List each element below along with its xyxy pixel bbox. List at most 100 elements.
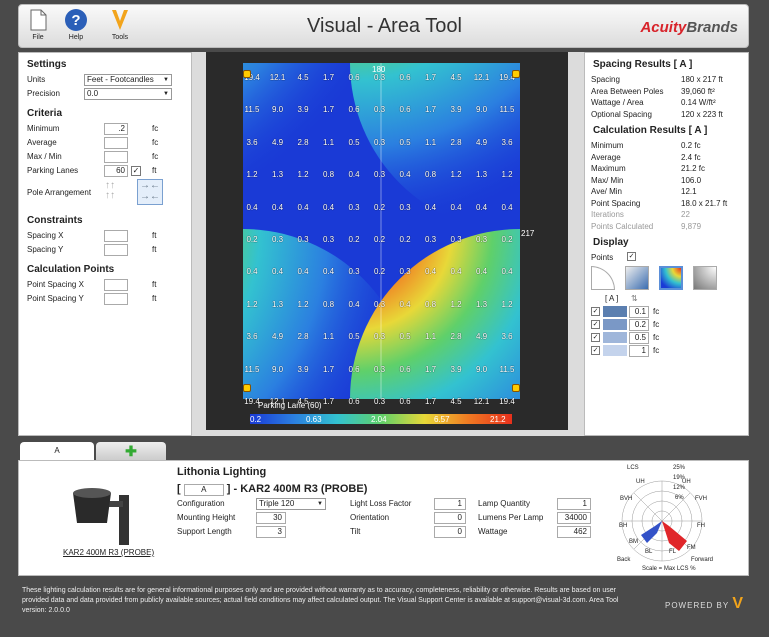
illuminance-value: 0.4 bbox=[399, 299, 411, 309]
spacing-x-input[interactable] bbox=[104, 230, 128, 242]
display-shaded-icon[interactable] bbox=[625, 265, 649, 290]
lumens-per-lamp-input[interactable]: 34000 bbox=[557, 512, 591, 524]
illuminance-value: 1.3 bbox=[271, 170, 284, 180]
wattage-label: Wattage bbox=[478, 527, 508, 536]
orientation-input[interactable]: 0 bbox=[434, 512, 466, 524]
luminaire-tag-input[interactable]: A bbox=[183, 484, 224, 496]
parking-lanes-input[interactable]: 60 bbox=[104, 165, 128, 177]
display-isolines-icon[interactable] bbox=[591, 265, 615, 290]
pole-arrangement-facing-icon[interactable]: →← →← bbox=[137, 179, 163, 205]
tab-luminaire-a[interactable]: A bbox=[20, 442, 94, 460]
mounting-height-input[interactable]: 30 bbox=[256, 512, 286, 524]
illuminance-value: 0.4 bbox=[322, 202, 335, 212]
lamp-quantity-input[interactable]: 1 bbox=[557, 498, 591, 510]
result-value: 9,879 bbox=[681, 221, 702, 231]
illuminance-value: 4.9 bbox=[271, 332, 284, 342]
result-row: Area Between Poles 39,060 ft² bbox=[591, 86, 748, 98]
illuminance-value: 0.4 bbox=[399, 170, 411, 180]
illuminance-value: 9.0 bbox=[475, 364, 488, 374]
illuminance-value: 4.9 bbox=[475, 137, 488, 147]
parking-lane-label: Parking Lane (60) bbox=[258, 401, 322, 410]
illuminance-value: 0.3 bbox=[373, 73, 386, 82]
illuminance-value: 4.9 bbox=[271, 137, 284, 147]
pole-marker[interactable] bbox=[243, 384, 251, 392]
level-color-swatch[interactable] bbox=[603, 305, 627, 317]
level-checkbox[interactable]: ✓ bbox=[591, 345, 600, 355]
result-label: Point Spacing bbox=[591, 198, 641, 208]
tilt-input[interactable]: 0 bbox=[434, 526, 466, 538]
illuminance-value: 3.9 bbox=[450, 364, 462, 374]
display-heatmap-icon[interactable] bbox=[659, 265, 683, 290]
result-label: Spacing bbox=[591, 75, 620, 84]
pole-marker[interactable] bbox=[512, 70, 520, 78]
illuminance-value: 0.3 bbox=[322, 235, 335, 244]
illuminance-value: 12.1 bbox=[473, 73, 490, 82]
result-label: Minimum bbox=[591, 141, 624, 150]
result-value: 22 bbox=[681, 210, 690, 219]
illuminance-value: 1.2 bbox=[450, 170, 462, 180]
levels-column-label: [ A ] bbox=[605, 293, 619, 303]
spacing-x-label: Spacing X bbox=[27, 231, 64, 240]
level-checkbox[interactable]: ✓ bbox=[591, 306, 600, 316]
luminaire-catalog-link[interactable]: KAR2 400M R3 (PROBE) bbox=[63, 548, 154, 557]
spacing-x-unit: ft bbox=[152, 231, 157, 240]
illuminance-value: 0.4 bbox=[501, 202, 513, 212]
maxmin-input[interactable] bbox=[104, 151, 128, 163]
result-value: 0.14 W/ft² bbox=[681, 98, 716, 107]
display-grayscale-icon[interactable] bbox=[693, 265, 717, 290]
pole-marker[interactable] bbox=[243, 70, 251, 78]
illuminance-value: 0.2 bbox=[373, 202, 386, 212]
sort-icon[interactable]: ⇅ bbox=[631, 294, 638, 303]
illuminance-value: 1.7 bbox=[424, 364, 437, 374]
illuminance-value: 3.6 bbox=[246, 332, 258, 342]
level-color-swatch[interactable] bbox=[603, 331, 627, 343]
pole-arrangement-single-icon[interactable]: ↑↑ ↑↑ bbox=[105, 181, 127, 203]
plot-top-label: 180 bbox=[372, 65, 386, 74]
pole-marker[interactable] bbox=[512, 384, 520, 392]
lamp-quantity-label: Lamp Quantity bbox=[478, 499, 531, 508]
illuminance-value: 0.2 bbox=[501, 235, 513, 244]
point-spacing-y-input[interactable] bbox=[104, 293, 128, 305]
plot-side-label: 217 bbox=[521, 229, 535, 238]
level-value-input[interactable]: 1 bbox=[629, 344, 649, 357]
level-value-input[interactable]: 0.2 bbox=[629, 318, 649, 331]
precision-label: Precision bbox=[27, 89, 60, 98]
illuminance-value: 3.9 bbox=[450, 105, 462, 115]
polar-lcs-label: LCS bbox=[627, 465, 639, 471]
configuration-select[interactable]: Triple 120 bbox=[256, 498, 326, 510]
illuminance-value: 0.2 bbox=[348, 235, 360, 244]
level-value-input[interactable]: 0.1 bbox=[629, 305, 649, 318]
illuminance-value: 0.3 bbox=[373, 332, 386, 342]
illuminance-value: 0.3 bbox=[450, 235, 462, 244]
units-select[interactable]: Feet - Footcandles bbox=[84, 74, 172, 86]
level-value-input[interactable]: 0.5 bbox=[629, 331, 649, 344]
illuminance-value: 2.8 bbox=[297, 332, 309, 342]
minimum-input[interactable]: .2 bbox=[104, 123, 128, 135]
precision-select[interactable]: 0.0 bbox=[84, 88, 172, 100]
constraints-heading: Constraints bbox=[27, 215, 83, 226]
illuminance-value: 3.9 bbox=[297, 364, 309, 374]
spacing-y-input[interactable] bbox=[104, 244, 128, 256]
average-unit: fc bbox=[152, 138, 159, 147]
result-row: Iterations 22 bbox=[591, 209, 748, 221]
brand-logo-part2: Brands bbox=[686, 19, 738, 36]
illuminance-value: 1.2 bbox=[297, 170, 309, 180]
polar-bl-label: BL bbox=[645, 549, 653, 555]
add-luminaire-tab[interactable]: ✚ bbox=[96, 442, 166, 460]
illuminance-value: 4.5 bbox=[450, 397, 462, 406]
point-spacing-x-input[interactable] bbox=[104, 279, 128, 291]
level-color-swatch[interactable] bbox=[603, 318, 627, 330]
light-loss-factor-input[interactable]: 1 bbox=[434, 498, 466, 510]
level-checkbox[interactable]: ✓ bbox=[591, 332, 600, 342]
display-mode-row bbox=[591, 264, 748, 294]
support-length-input[interactable]: 3 bbox=[256, 526, 286, 538]
illuminance-value: 3.6 bbox=[501, 137, 513, 147]
level-checkbox[interactable]: ✓ bbox=[591, 319, 600, 329]
polar-fh-label: FH bbox=[697, 523, 705, 529]
level-color-swatch[interactable] bbox=[603, 344, 627, 356]
parking-lanes-checkbox[interactable]: ✓ bbox=[131, 166, 141, 176]
result-label: Maximum bbox=[591, 164, 626, 173]
points-checkbox[interactable]: ✓ bbox=[627, 252, 636, 261]
wattage-input[interactable]: 462 bbox=[557, 526, 591, 538]
average-input[interactable] bbox=[104, 137, 128, 149]
